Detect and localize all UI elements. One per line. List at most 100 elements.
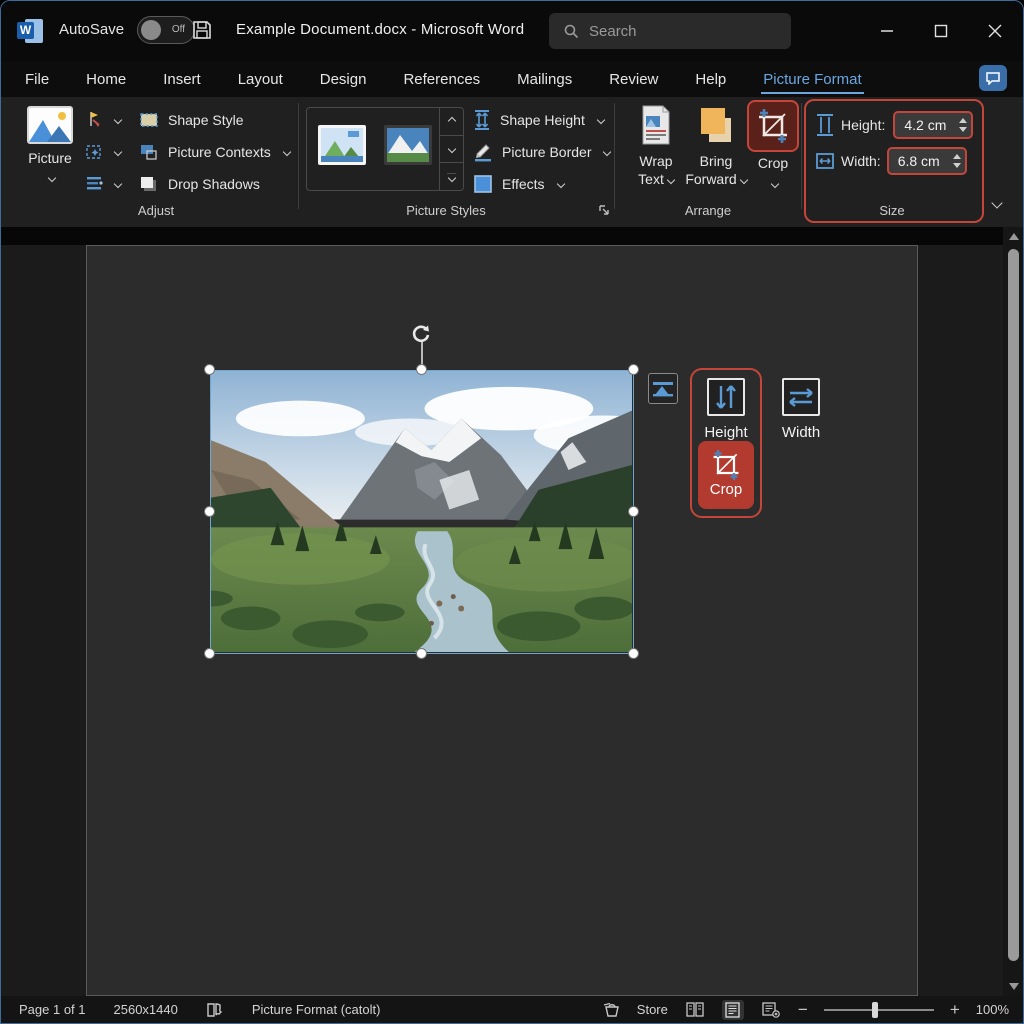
size-group-label: Size — [839, 203, 945, 218]
zoom-in-button[interactable]: + — [950, 1000, 960, 1020]
resize-handle-bottom-middle[interactable] — [416, 648, 427, 659]
float-height-button[interactable]: Height — [698, 378, 754, 441]
scroll-down-arrow-icon[interactable] — [1009, 983, 1019, 990]
picture-button[interactable]: Picture — [23, 104, 77, 204]
width-row: Width: 6.8 cm — [815, 147, 967, 175]
tab-home[interactable]: Home — [84, 65, 128, 94]
gallery-scroll-down[interactable] — [440, 136, 463, 164]
store-icon[interactable] — [603, 1002, 621, 1018]
comment-icon — [985, 71, 1001, 85]
comments-button[interactable] — [979, 65, 1007, 91]
shape-style-icon — [139, 111, 159, 129]
minimize-button[interactable] — [867, 15, 907, 47]
status-bar: Page 1 of 1 2560x1440 Picture Format (ca… — [1, 996, 1023, 1024]
document-title: Example Document.docx - Microsoft Word — [236, 21, 524, 38]
print-layout-icon[interactable] — [722, 1000, 744, 1020]
zoom-slider[interactable] — [824, 1002, 934, 1018]
drop-shadows-icon — [139, 175, 159, 193]
tab-references[interactable]: References — [401, 65, 482, 94]
height-input[interactable]: 4.2 cm — [893, 111, 973, 139]
tab-design[interactable]: Design — [318, 65, 369, 94]
resize-handle-top-middle[interactable] — [416, 364, 427, 375]
style-thumbnail-2[interactable] — [384, 125, 432, 165]
width-input[interactable]: 6.8 cm — [887, 147, 967, 175]
float-crop-button[interactable]: Crop — [698, 441, 754, 509]
crop-button[interactable] — [747, 100, 799, 152]
resize-handle-top-right[interactable] — [628, 364, 639, 375]
chevron-down-icon — [282, 148, 290, 156]
picture-border-icon — [473, 142, 493, 162]
tab-review[interactable]: Review — [607, 65, 660, 94]
zoom-level[interactable]: 100% — [976, 1002, 1009, 1017]
resize-handle-bottom-right[interactable] — [628, 648, 639, 659]
document-page[interactable]: Height Width Crop — [86, 245, 918, 996]
picture-styles-gallery[interactable] — [306, 107, 464, 191]
vertical-scrollbar[interactable] — [1003, 227, 1024, 996]
transparency-button[interactable] — [85, 168, 129, 200]
zoom-slider-thumb[interactable] — [872, 1002, 878, 1018]
bring-forward-button[interactable]: Bring Forward — [685, 104, 747, 188]
title-bar: W AutoSave Off Example Document.docx - M… — [1, 1, 1023, 61]
ribbon: Picture — [1, 97, 1023, 227]
resize-handle-middle-right[interactable] — [628, 506, 639, 517]
save-icon[interactable] — [191, 19, 213, 41]
resize-handle-top-left[interactable] — [204, 364, 215, 375]
resize-handle-middle-left[interactable] — [204, 506, 215, 517]
scroll-up-arrow-icon[interactable] — [1009, 233, 1019, 240]
scrollbar-thumb[interactable] — [1008, 249, 1019, 961]
chevron-down-icon — [667, 176, 675, 184]
read-mode-icon[interactable] — [684, 1000, 706, 1020]
picture-border-label: Picture Border — [502, 144, 591, 160]
picture-contexts-button[interactable]: Picture Contexts — [139, 136, 297, 168]
picture-contexts-icon — [139, 143, 159, 161]
recolor-button[interactable] — [85, 104, 129, 136]
picture-border-button[interactable]: Picture Border — [473, 136, 610, 168]
sparkle-box-icon — [85, 142, 105, 162]
close-button[interactable] — [975, 15, 1015, 47]
tab-mailings[interactable]: Mailings — [515, 65, 574, 94]
effects-icon — [473, 174, 493, 194]
shape-style-button[interactable]: Shape Style — [139, 104, 297, 136]
wrap-text-button[interactable]: Wrap Text — [625, 104, 687, 188]
picture-styles-group-label: Picture Styles — [391, 203, 501, 218]
width-spinner[interactable] — [953, 154, 961, 168]
tab-help[interactable]: Help — [693, 65, 728, 94]
store-label[interactable]: Store — [637, 1002, 668, 1017]
shape-height-button[interactable]: Shape Height — [473, 104, 604, 136]
layout-options-button[interactable] — [648, 373, 678, 404]
search-icon — [563, 23, 579, 39]
gallery-scroll-up[interactable] — [440, 108, 463, 136]
chevron-down-icon — [114, 116, 122, 124]
search-box[interactable] — [549, 13, 791, 49]
drop-shadows-button[interactable]: Drop Shadows — [139, 168, 297, 200]
corrections-button[interactable] — [85, 136, 129, 168]
resolution-indicator: 2560x1440 — [114, 1002, 178, 1017]
dialog-launcher-icon[interactable] — [598, 204, 610, 216]
crop-label-wrap[interactable]: Crop — [744, 155, 802, 189]
style-thumbnail-1[interactable] — [318, 125, 366, 165]
lines-icon — [85, 174, 105, 194]
tab-picture-format[interactable]: Picture Format — [761, 65, 863, 94]
float-width-button[interactable]: Width — [773, 378, 829, 441]
selected-image[interactable] — [210, 370, 634, 654]
tab-file[interactable]: File — [23, 65, 51, 94]
height-spinner[interactable] — [959, 118, 967, 132]
effects-button[interactable]: Effects — [473, 168, 564, 200]
chevron-down-icon — [771, 180, 779, 188]
search-input[interactable] — [589, 23, 769, 40]
chevron-down-icon — [597, 116, 605, 124]
rotate-handle[interactable] — [409, 322, 433, 346]
web-layout-icon[interactable] — [760, 1000, 782, 1020]
tab-layout[interactable]: Layout — [236, 65, 285, 94]
gallery-more-button[interactable] — [440, 163, 463, 190]
maximize-button[interactable] — [921, 15, 961, 47]
resize-handle-bottom-left[interactable] — [204, 648, 215, 659]
context-indicator: Picture Format (catolt) — [252, 1002, 381, 1017]
page-indicator[interactable]: Page 1 of 1 — [19, 1002, 86, 1017]
bring-forward-label: Bring Forward — [685, 153, 736, 187]
autosave-toggle[interactable]: Off — [137, 16, 195, 44]
zoom-out-button[interactable]: − — [798, 1000, 808, 1020]
ribbon-collapse-chevron-icon[interactable] — [991, 197, 1002, 208]
proofing-icon[interactable] — [206, 1002, 224, 1018]
tab-insert[interactable]: Insert — [161, 65, 203, 94]
